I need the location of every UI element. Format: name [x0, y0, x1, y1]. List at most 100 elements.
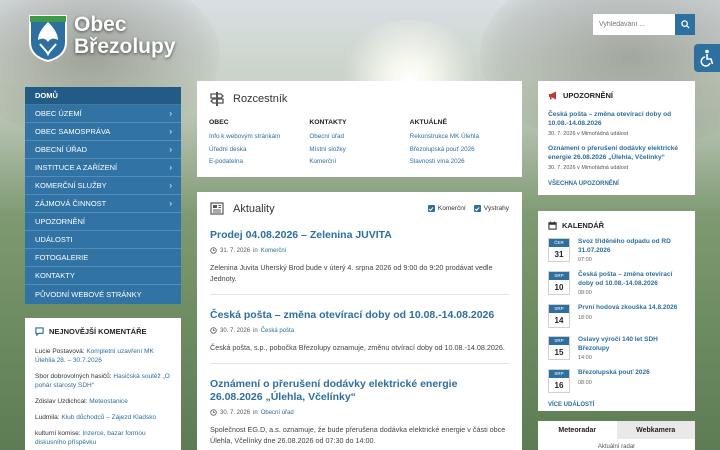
news-in: in — [253, 327, 258, 334]
accessibility-button[interactable] — [694, 44, 720, 72]
news-heading: Aktuality — [210, 202, 275, 215]
news-item-title[interactable]: Česká pošta – změna otevírací doby od 10… — [210, 309, 509, 322]
tab-meteoradar[interactable]: Meteoradar — [538, 421, 617, 439]
event-date-badge: SRP 14 — [548, 304, 570, 328]
news-category-link[interactable]: Obecní úřad — [261, 410, 294, 416]
signpost-link[interactable]: Místní složky — [309, 144, 409, 157]
coat-of-arms-icon — [29, 15, 67, 62]
news-item-title[interactable]: Prodej 04.08.2026 – Zelenina JUVITA — [210, 229, 509, 242]
event-date-badge: SRP 10 — [548, 271, 570, 295]
checkbox-checked-icon[interactable] — [427, 205, 435, 212]
nav-item-instituce[interactable]: INSTITUCE A ZAŘÍZENÍ › — [25, 159, 181, 177]
search-button[interactable] — [675, 14, 695, 35]
news-item-meta: 30. 7. 2026 in Obecní úřad — [210, 409, 509, 416]
signpost-link[interactable]: Slavnosti vína 2026 — [410, 156, 510, 169]
signpost-link[interactable]: Rekonstrukce MK Úlehla — [410, 131, 510, 144]
nav-item-obec-uzemi[interactable]: OBEC ÚZEMÍ › — [25, 105, 181, 123]
filter-warnings[interactable]: Výstrahy — [473, 205, 509, 212]
filter-commercial[interactable]: Komerční — [427, 205, 466, 212]
latest-comments: NEJNOVĚJŠÍ KOMENTÁŘE Lucie Postavová: Ko… — [25, 318, 181, 450]
signpost-col-heading: OBEC — [209, 119, 229, 126]
signpost-col-kontakty: KONTAKTY Obecní úřad Místní složky Komer… — [309, 119, 409, 169]
checkbox-checked-icon[interactable] — [473, 205, 481, 212]
calendar-event[interactable]: SRP 14 První hodová zkouška 14.8.2026 18:0… — [548, 304, 685, 328]
event-day: 31 — [554, 250, 564, 259]
news-card: Aktuality Komerční Výstrahy Prodej 04.08… — [197, 192, 522, 450]
nav-item-upozorneni[interactable]: UPOZORNĚNÍ — [25, 213, 181, 231]
signpost-link[interactable]: Březolupská pouť 2026 — [410, 144, 510, 157]
nav-item-udalosti[interactable]: UDÁLOSTI — [25, 231, 181, 249]
nav-item-home[interactable]: DOMŮ — [25, 87, 181, 105]
nav-item-fotogalerie[interactable]: FOTOGALERIE — [25, 249, 181, 267]
nav-item-komercni-sluzby[interactable]: KOMERČNÍ SLUŽBY › — [25, 177, 181, 195]
event-time: 08:00 — [578, 290, 592, 296]
event-info: Oslavy výročí 140 let SDH Březolupy 14:00 — [578, 336, 685, 361]
news-header: Aktuality Komerční Výstrahy — [210, 202, 509, 215]
clock-icon — [210, 409, 217, 416]
news-category-link[interactable]: Česká pošta — [261, 328, 294, 334]
warning-item-title[interactable]: Oznámení o přerušení dodávky elektrické … — [548, 144, 685, 162]
chevron-right-icon: › — [169, 163, 172, 172]
nav-label: ZÁJMOVÁ ČINNOST — [35, 199, 107, 208]
event-month: SRP — [549, 337, 569, 345]
media-tabs: Meteoradar Webkamera Aktuální radar — [538, 421, 695, 450]
more-events-link[interactable]: VÍCE UDÁLOSTÍ — [548, 402, 685, 408]
calendar-title: KALENDÁŘ — [562, 221, 605, 230]
event-info: Březolupská pouť 2026 08:00 — [578, 369, 650, 393]
signpost-card: Rozcestník OBEC Info k webovým stránkám … — [197, 81, 522, 177]
signpost-link[interactable]: Obecní úřad — [309, 131, 409, 144]
comment-item: kulturní komise: Inzerce, bazar formou d… — [35, 429, 171, 447]
nav-item-kontakty[interactable]: KONTAKTY — [25, 267, 181, 285]
nav-item-obecni-urad[interactable]: OBECNÍ ÚŘAD › — [25, 141, 181, 159]
calendar-event[interactable]: SRP 16 Březolupská pouť 2026 08:00 — [548, 369, 685, 393]
event-title[interactable]: První hodová zkouška 14.8.2026 — [578, 304, 677, 313]
calendar-event[interactable]: SRP 10 Česká pošta – změna otevírací doby… — [548, 271, 685, 296]
event-title[interactable]: Česká pošta – změna otevírací doby od 10… — [578, 271, 685, 288]
comment-author: Ludmila: — [35, 414, 60, 421]
search-icon — [680, 20, 690, 29]
signpost-col-aktualne: AKTUÁLNĚ Rekonstrukce MK Úlehla Březolup… — [410, 119, 510, 169]
tab-webkamera[interactable]: Webkamera — [616, 421, 695, 439]
news-date: 31. 7. 2026 — [220, 247, 251, 254]
news-item-title[interactable]: Oznámení o přerušení dodávky elektrické … — [210, 378, 509, 404]
site-title: Obec Březolupy — [74, 14, 176, 58]
site-logo[interactable]: Obec Březolupy — [28, 14, 176, 62]
news-category-link[interactable]: Komerční — [261, 248, 287, 254]
clock-icon — [210, 247, 217, 254]
nav-item-zajmova-cinnost[interactable]: ZÁJMOVÁ ČINNOST › — [25, 195, 181, 213]
nav-label: FOTOGALERIE — [35, 253, 89, 262]
nav-label: UPOZORNĚNÍ — [35, 217, 86, 226]
signpost-link[interactable]: Info k webovým stránkám — [209, 131, 309, 144]
warnings-card: UPOZORNĚNÍ Česká pošta – změna otevírací… — [538, 81, 695, 195]
event-info: První hodová zkouška 14.8.2026 18:00 — [578, 304, 677, 328]
signpost-link[interactable]: Komerční — [309, 156, 409, 169]
signpost-link[interactable]: Úřední deska — [209, 144, 309, 157]
warning-item-title[interactable]: Česká pošta – změna otevírací doby od 10… — [548, 110, 685, 128]
news-date: 30. 7. 2026 — [220, 327, 251, 334]
comment-link[interactable]: Meteostanice — [89, 398, 128, 405]
warning-item-meta: 30. 7. 2026 v Mimořádná událost — [548, 131, 629, 137]
search-input[interactable] — [593, 14, 675, 35]
calendar-event[interactable]: ČER 31 Svoz tříděného odpadu od RD 31.07.… — [548, 238, 685, 263]
event-day: 14 — [554, 316, 564, 325]
event-title[interactable]: Svoz tříděného odpadu od RD 31.07.2026 — [578, 238, 685, 255]
comments-header: NEJNOVĚJŠÍ KOMENTÁŘE — [35, 327, 171, 336]
calendar-event[interactable]: SRP 15 Oslavy výročí 140 let SDH Březolup… — [548, 336, 685, 361]
nav-item-puvodni-stranky[interactable]: PŮVODNÍ WEBOVÉ STRÁNKY — [25, 285, 181, 303]
news-date: 30. 7. 2026 — [220, 409, 251, 416]
comment-author: Sbor dobrovolných hasičů: — [35, 373, 112, 380]
signpost-link[interactable]: E-podatelna — [209, 156, 309, 169]
event-date-badge: SRP 16 — [548, 369, 570, 393]
comment-item: Lucie Postavová: Kompletní uzavření MK Ú… — [35, 347, 171, 365]
nav-item-obec-samosprava[interactable]: OBEC SAMOSPRÁVA › — [25, 123, 181, 141]
comment-link[interactable]: Klub důchodců – Zájezd Kladsko — [61, 414, 156, 421]
event-title[interactable]: Březolupská pouť 2026 — [578, 369, 650, 378]
nav-label: OBEC ÚZEMÍ — [35, 109, 82, 118]
search-bar — [593, 14, 695, 35]
comment-author: Lucie Postavová: — [35, 348, 85, 355]
chevron-right-icon: › — [169, 109, 172, 118]
all-warnings-link[interactable]: VŠECHNA UPOZORNĚNÍ — [548, 181, 685, 187]
event-title[interactable]: Oslavy výročí 140 let SDH Březolupy — [578, 336, 685, 353]
nav-label: UDÁLOSTI — [35, 235, 73, 244]
event-info: Česká pošta – změna otevírací doby od 10… — [578, 271, 685, 296]
